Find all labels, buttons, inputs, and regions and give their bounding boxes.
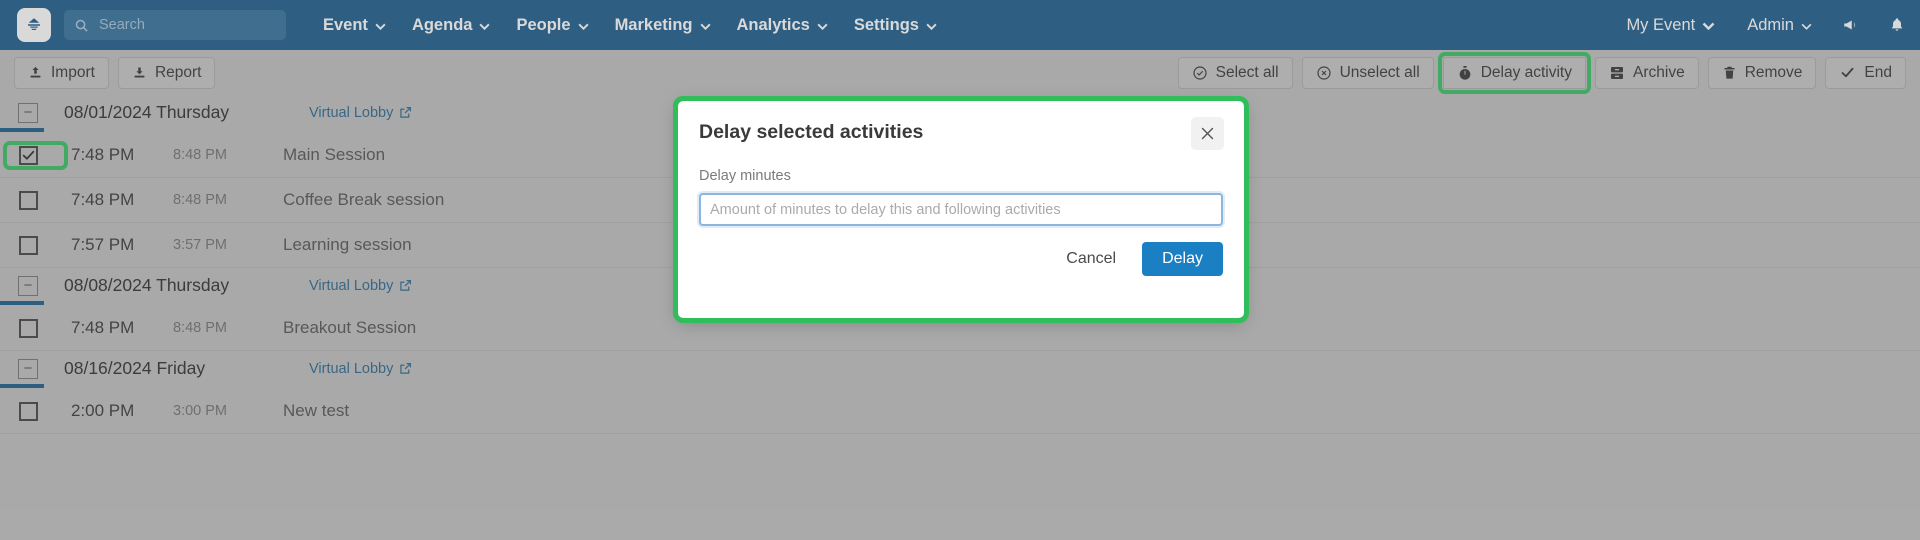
close-icon <box>1199 125 1216 142</box>
modal-title: Delay selected activities <box>699 121 924 143</box>
delay-minutes-label: Delay minutes <box>699 168 791 184</box>
delay-minutes-input[interactable] <box>699 193 1223 226</box>
modal-body: Delay minutes <box>678 150 1244 226</box>
delay-confirm-button[interactable]: Delay <box>1142 242 1223 276</box>
modal-footer: Cancel Delay <box>678 226 1244 276</box>
cancel-button[interactable]: Cancel <box>1060 249 1122 269</box>
delay-activities-modal: Delay selected activities Delay minutes … <box>673 96 1249 323</box>
modal-close-button[interactable] <box>1191 117 1224 150</box>
modal-header: Delay selected activities <box>678 101 1244 150</box>
